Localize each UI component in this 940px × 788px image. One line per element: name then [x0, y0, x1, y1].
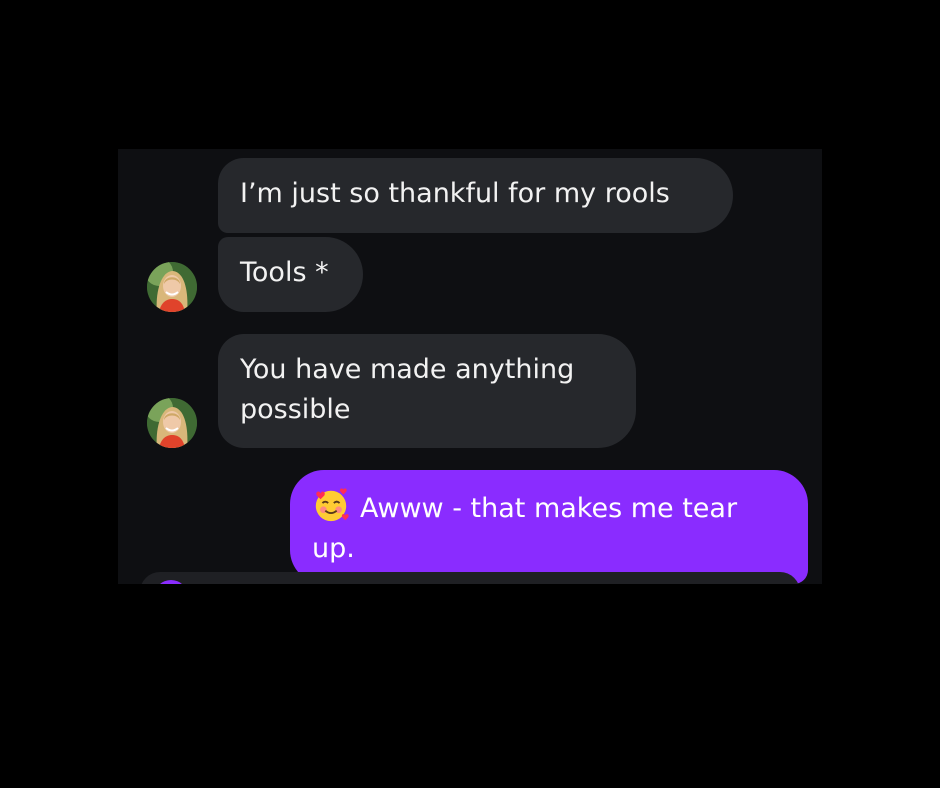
- sender-avatar[interactable]: [147, 398, 197, 448]
- message-text: Awww - that makes me tear: [360, 493, 738, 524]
- next-message-bubble-partial: [140, 572, 800, 584]
- sender-avatar[interactable]: [147, 262, 197, 312]
- outgoing-message-bubble[interactable]: Awww - that makes me tear up.: [290, 470, 808, 584]
- chat-thread: I’m just so thankful for my rools Tools …: [118, 149, 822, 584]
- message-text: Tools *: [240, 257, 329, 288]
- message-text-line: possible: [240, 394, 351, 425]
- avatar-photo-icon: [147, 262, 197, 312]
- incoming-message-bubble[interactable]: You have made anything possible: [218, 334, 636, 448]
- smiling-face-with-hearts-icon: [315, 488, 349, 522]
- message-text: I’m just so thankful for my rools: [240, 178, 670, 209]
- message-text-line: Awww - that makes me tear: [312, 486, 786, 529]
- message-text-line: up.: [312, 533, 355, 564]
- message-text-line: You have made anything: [240, 354, 575, 385]
- incoming-message-bubble[interactable]: Tools *: [218, 237, 363, 312]
- incoming-message-bubble[interactable]: I’m just so thankful for my rools: [218, 158, 733, 233]
- avatar-photo-icon: [147, 398, 197, 448]
